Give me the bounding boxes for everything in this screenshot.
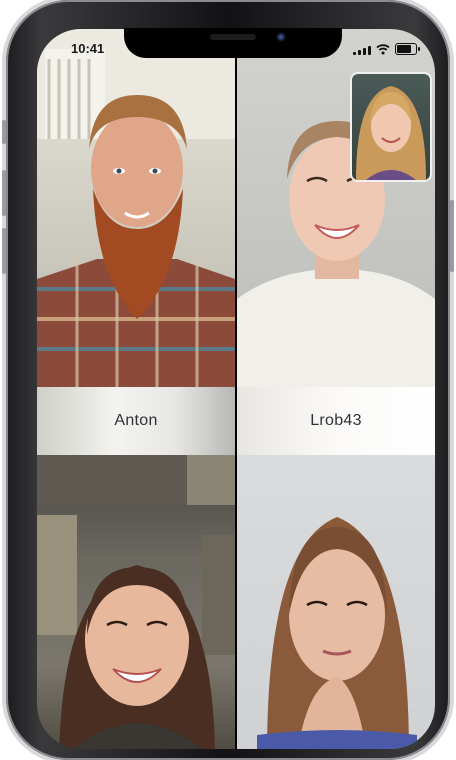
participant-video-3[interactable] (37, 455, 235, 749)
volume-up-button (2, 170, 6, 216)
battery-icon (395, 43, 420, 55)
status-time: 10:41 (71, 41, 105, 56)
speaker-grille (210, 34, 256, 40)
front-camera-icon (276, 32, 286, 42)
self-view-pip[interactable] (350, 72, 432, 182)
participant-portrait (257, 517, 417, 749)
volume-down-button (2, 228, 6, 274)
call-screen: 10:41 Anton Lrob43 (37, 29, 435, 749)
participant-video-anton[interactable] (37, 29, 235, 387)
notch (124, 28, 342, 58)
participant-video-4[interactable] (237, 455, 435, 749)
participant-portrait (37, 455, 235, 749)
volume-button (2, 120, 6, 144)
power-button (450, 200, 454, 272)
participant-name-anton: Anton (37, 387, 235, 455)
participant-portrait (37, 29, 235, 387)
phone-frame: 10:41 Anton Lrob43 (2, 0, 454, 760)
wifi-icon (376, 43, 390, 55)
participant-name-lrob43: Lrob43 (237, 387, 435, 455)
cellular-signal-icon (353, 46, 371, 55)
self-camera-preview-icon (356, 86, 426, 180)
